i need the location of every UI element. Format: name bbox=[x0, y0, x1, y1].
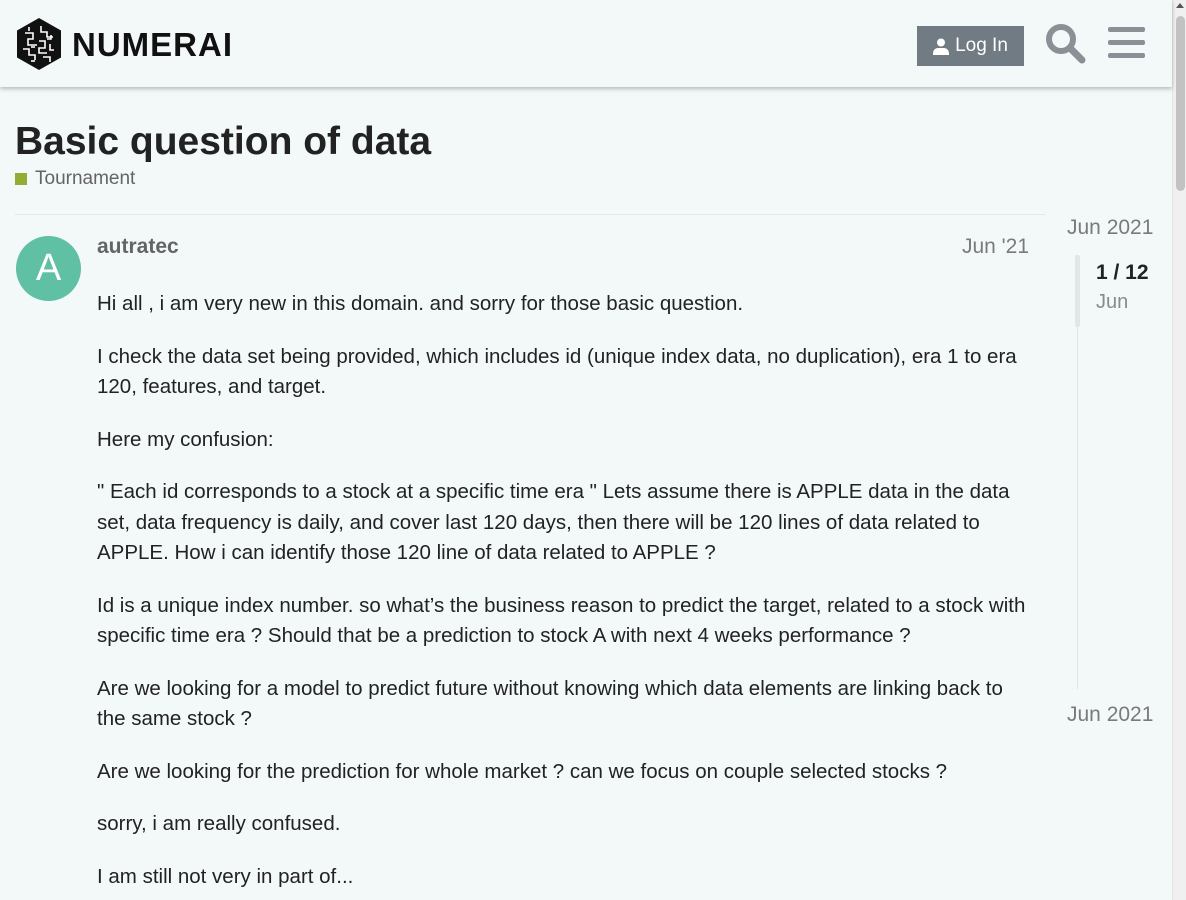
login-label: Log In bbox=[955, 35, 1008, 56]
post-paragraph: " Each id corresponds to a stock at a sp… bbox=[97, 480, 1010, 564]
timeline-progress: 1 / 12 bbox=[1096, 261, 1149, 284]
site-header: NUMERAI Log In bbox=[0, 0, 1172, 87]
page-scrollbar[interactable] bbox=[1172, 0, 1186, 900]
scrollbar-thumb[interactable] bbox=[1176, 16, 1185, 191]
post-username[interactable]: autratec bbox=[97, 235, 179, 259]
category-name: Tournament bbox=[35, 168, 136, 189]
post-paragraph: Are we looking for a model to predict fu… bbox=[97, 676, 1003, 731]
post-paragraph: Are we looking for the prediction for wh… bbox=[97, 759, 948, 783]
post-paragraph: Id is a unique index number. so what’s t… bbox=[97, 593, 1026, 648]
post-paragraph: Hi all , i am very new in this domain. a… bbox=[97, 292, 744, 315]
timeline-handle-date: Jun bbox=[1096, 291, 1129, 313]
logo-text: NUMERAI bbox=[72, 25, 233, 63]
timeline-end-date[interactable]: Jun 2021 bbox=[1067, 703, 1153, 727]
post-paragraph: sorry, i am really confused. bbox=[97, 812, 341, 835]
avatar[interactable]: A bbox=[16, 236, 81, 301]
timeline-scroll-handle[interactable] bbox=[1075, 255, 1080, 327]
post-body: Hi all , i am very new in this domain. a… bbox=[97, 289, 1032, 900]
numerai-logo[interactable]: NUMERAI bbox=[15, 17, 233, 71]
login-button[interactable]: Log In bbox=[917, 26, 1024, 66]
category-badge[interactable]: Tournament bbox=[15, 168, 135, 190]
user-icon bbox=[933, 38, 950, 55]
topic-title[interactable]: Basic question of data bbox=[15, 120, 431, 164]
hamburger-menu-icon[interactable] bbox=[1106, 22, 1148, 64]
topic-divider bbox=[15, 214, 1045, 215]
post-paragraph: I am still not very in part of... bbox=[97, 864, 354, 888]
numerai-logo-mark-icon bbox=[17, 18, 61, 70]
post-paragraph: I check the data set being provided, whi… bbox=[97, 344, 1017, 399]
post-date[interactable]: Jun '21 bbox=[962, 235, 1029, 259]
timeline-start-date[interactable]: Jun 2021 bbox=[1067, 216, 1153, 240]
search-icon[interactable] bbox=[1044, 22, 1086, 64]
avatar-letter: A bbox=[35, 247, 62, 289]
post-paragraph: Here my confusion: bbox=[97, 427, 274, 451]
category-color-swatch bbox=[15, 173, 27, 185]
scroll-up-arrow-icon[interactable] bbox=[1176, 3, 1184, 8]
